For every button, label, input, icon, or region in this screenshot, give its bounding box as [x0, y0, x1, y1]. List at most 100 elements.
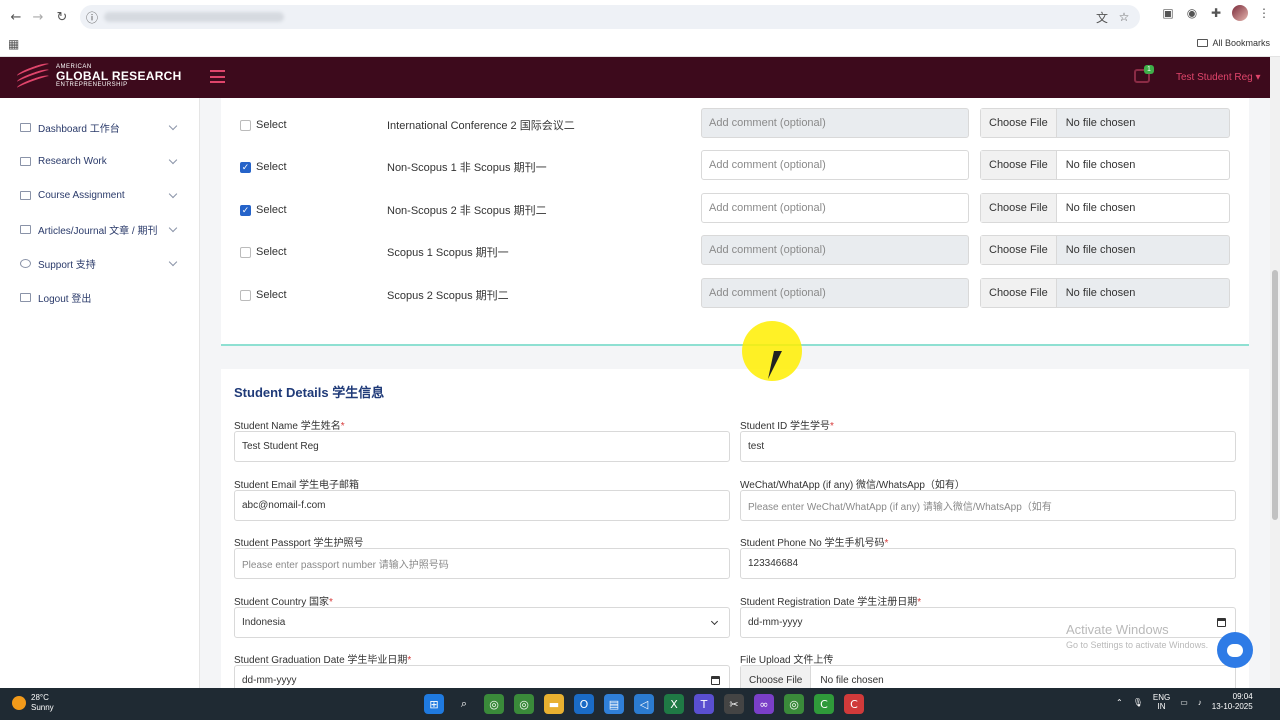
file-status: No file chosen [1065, 159, 1136, 171]
chrome-profile-icon[interactable]: ◎ [784, 694, 804, 714]
sidebar-item-support[interactable]: Support 支持 [20, 254, 180, 272]
outlook-icon[interactable]: O [574, 694, 594, 714]
visual-studio-icon[interactable]: ∞ [754, 694, 774, 714]
chevron-down-icon [168, 121, 178, 130]
translate-icon[interactable]: 文 [1094, 9, 1110, 25]
sidebar-item-label: Course Assignment [38, 189, 125, 201]
user-menu[interactable]: Test Student Reg ▾ [1176, 72, 1261, 83]
menu-dots-icon[interactable]: ⋮ [1256, 5, 1272, 21]
wechat-label: WeChat/WhatApp (if any) 微信/WhatsApp（如有） [740, 480, 965, 491]
country-label: Student Country 国家* [234, 597, 333, 608]
phone-input[interactable]: 123346684 [740, 548, 1236, 579]
comment-input[interactable]: Add comment (optional) [701, 278, 969, 308]
select-checkbox[interactable]: ✓ [240, 205, 251, 216]
wechat-input[interactable]: Please enter WeChat/WhatApp (if any) 请输入… [740, 490, 1236, 521]
calendar-icon[interactable] [1217, 618, 1226, 627]
scrollbar-thumb[interactable] [1272, 270, 1278, 520]
chevron-down-icon [168, 189, 178, 198]
file-input[interactable]: Choose File No file chosen [980, 150, 1230, 180]
chat-bubble-icon [1227, 643, 1243, 657]
comment-input[interactable]: Add comment (optional) [701, 108, 969, 138]
passport-input[interactable]: Please enter passport number 请输入护照号码 [234, 548, 730, 579]
screenshot-icon[interactable]: ◉ [1184, 5, 1200, 21]
excel-icon[interactable]: X [664, 694, 684, 714]
weather-widget[interactable]: 28°C Sunny [12, 693, 54, 712]
select-checkbox[interactable] [240, 290, 251, 301]
document-row: Select Scopus 2 Scopus 期刊二 Add comment (… [240, 278, 1230, 319]
all-bookmarks-label: All Bookmarks [1212, 38, 1270, 48]
weather-condition: Sunny [31, 702, 54, 712]
comment-input[interactable]: Add comment (optional) [701, 235, 969, 265]
file-input[interactable]: Choose File No file chosen [980, 278, 1230, 308]
student-name-input[interactable]: Test Student Reg [234, 431, 730, 462]
chrome-active-icon[interactable]: ◎ [514, 694, 534, 714]
sidebar-item-label: Research Work [38, 155, 107, 167]
document-row: Select International Conference 2 国际会议二 … [240, 108, 1230, 149]
bookmark-star-icon[interactable]: ☆ [1116, 9, 1132, 25]
sidebar-item-label: Support 支持 [38, 259, 96, 271]
reload-icon[interactable]: ↻ [50, 5, 74, 29]
search-icon[interactable]: ⌕ [454, 694, 474, 714]
file-input[interactable]: Choose File No file chosen [980, 108, 1230, 138]
file-input[interactable]: Choose File No file chosen [980, 193, 1230, 223]
chevron-up-icon[interactable]: ⌃ [1116, 698, 1123, 707]
assignment-icon [20, 190, 31, 200]
calendar-icon[interactable] [711, 676, 720, 685]
country-select[interactable]: Indonesia [234, 607, 730, 638]
logo[interactable]: AMERICAN GLOBAL RESEARCH ENTREPRENEURSHI… [15, 61, 182, 91]
choose-file-button[interactable]: Choose File [981, 194, 1057, 222]
choose-file-button[interactable]: Choose File [981, 109, 1057, 137]
comment-input[interactable]: Add comment (optional) [701, 193, 969, 223]
back-icon[interactable]: ← [4, 5, 28, 29]
select-label: Select [256, 246, 287, 258]
teams-icon[interactable]: T [694, 694, 714, 714]
activate-windows-hint: Go to Settings to activate Windows. [1066, 640, 1209, 650]
network-icon[interactable]: ▭ [1180, 698, 1188, 707]
all-bookmarks-button[interactable]: All Bookmarks [1197, 38, 1270, 48]
app-green-icon[interactable]: C [814, 694, 834, 714]
windows-start-icon[interactable]: ⊞ [424, 694, 444, 714]
file-input[interactable]: Choose File No file chosen [980, 235, 1230, 265]
comment-input[interactable]: Add comment (optional) [701, 150, 969, 180]
sidebar-item-research-work[interactable]: Research Work [20, 152, 180, 170]
sidebar-item-dashboard[interactable]: Dashboard 工作台 [20, 118, 180, 136]
choose-file-button[interactable]: Choose File [981, 236, 1057, 264]
site-info-icon[interactable]: ⓘ [84, 9, 100, 25]
choose-file-button[interactable]: Choose File [981, 151, 1057, 179]
temperature: 28°C [31, 693, 49, 702]
extensions-puzzle-icon[interactable]: ✚ [1208, 5, 1224, 21]
profile-avatar[interactable] [1232, 5, 1248, 21]
chevron-down-icon [710, 617, 719, 626]
microphone-icon[interactable]: 🎙 [1133, 698, 1143, 707]
dashboard-icon [20, 122, 31, 132]
select-checkbox[interactable]: ✓ [240, 162, 251, 173]
app-red-icon[interactable]: C [844, 694, 864, 714]
apps-grid-icon[interactable]: ▦ [8, 37, 19, 51]
snipping-tool-icon[interactable]: ✂ [724, 694, 744, 714]
volume-icon[interactable]: ♪ [1198, 698, 1202, 707]
sidebar-item-course-assignment[interactable]: Course Assignment [20, 186, 180, 204]
forward-icon[interactable]: → [26, 5, 50, 29]
passport-label: Student Passport 学生护照号 [234, 538, 364, 549]
clock[interactable]: 09:04 13-10-2025 [1212, 692, 1253, 713]
chat-button[interactable] [1217, 632, 1253, 668]
address-bar[interactable]: ⓘ 文 ☆ [80, 5, 1140, 29]
student-id-input[interactable]: test [740, 431, 1236, 462]
vscode-icon[interactable]: ◁ [634, 694, 654, 714]
logo-line-2: GLOBAL RESEARCH [56, 69, 182, 83]
sidebar-item-articles[interactable]: Articles/Journal 文章 / 期刊 [20, 220, 180, 238]
extension-icon[interactable]: ▣ [1160, 5, 1176, 21]
page-scrollbar[interactable] [1270, 57, 1280, 688]
notepad-icon[interactable]: ▤ [604, 694, 624, 714]
select-checkbox[interactable] [240, 120, 251, 131]
hamburger-menu-icon[interactable] [210, 70, 225, 83]
student-email-input[interactable]: abc@nomail-f.com [234, 490, 730, 521]
language-indicator[interactable]: ENG IN [1153, 693, 1170, 712]
file-status: No file chosen [1065, 244, 1136, 256]
file-explorer-icon[interactable]: ▬ [544, 694, 564, 714]
choose-file-button[interactable]: Choose File [981, 279, 1057, 307]
document-name: Scopus 2 Scopus 期刊二 [387, 290, 509, 302]
select-checkbox[interactable] [240, 247, 251, 258]
chrome-icon[interactable]: ◎ [484, 694, 504, 714]
sidebar-item-logout[interactable]: Logout 登出 [20, 288, 180, 306]
